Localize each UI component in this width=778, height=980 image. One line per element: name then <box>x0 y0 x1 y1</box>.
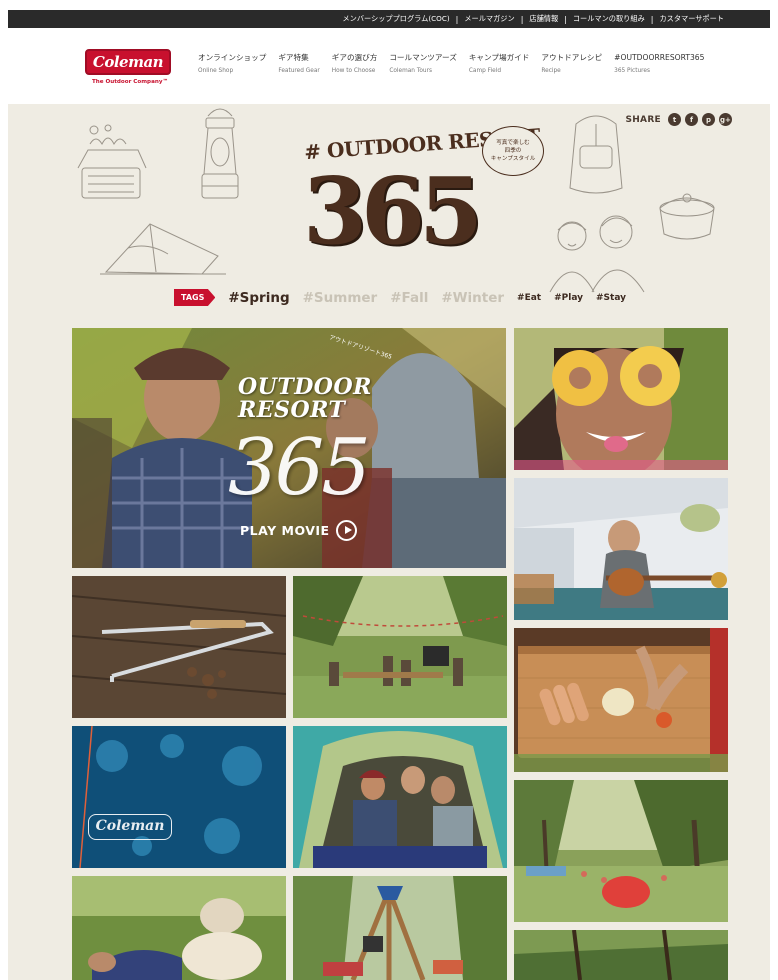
photo-tile-coleman-logo[interactable]: Coleman <box>72 726 286 868</box>
photo-tile-tripod[interactable] <box>293 876 507 980</box>
nav-label-jp: コールマンツアーズ <box>389 53 457 62</box>
photo-tile-festival[interactable] <box>293 576 507 718</box>
tag-play[interactable]: #Play <box>554 293 583 303</box>
photo-tile-dogs[interactable] <box>72 876 286 980</box>
tent-sketch-icon <box>100 223 226 275</box>
logo-tagline: The Outdoor Company™ <box>91 79 169 85</box>
tongs-photo <box>72 576 286 718</box>
utility-link-membership[interactable]: メンバーシッププログラム(COC) <box>336 10 455 28</box>
nav-label-jp: ギア特集 <box>278 53 309 62</box>
forest-photo <box>514 930 728 980</box>
nav-recipe[interactable]: アウトドアレシピ Recipe <box>541 52 602 76</box>
utility-link-newsletter[interactable]: メールマガジン <box>458 10 520 28</box>
nav-coleman-tours[interactable]: コールマンツアーズ Coleman Tours <box>389 52 457 76</box>
main-content: SHARE t f p g+ # OUTDOOR RESORT 写真で楽しむ 四… <box>8 104 770 980</box>
utility-bar: メンバーシッププログラム(COC) | メールマガジン | 店舗情報 | コール… <box>8 10 770 28</box>
photo-tile-forest[interactable] <box>514 930 728 980</box>
photo-tile-guitar[interactable] <box>514 478 728 620</box>
bubble-line: キャンプスタイル <box>490 156 536 162</box>
play-icon <box>335 520 357 541</box>
tag-eat[interactable]: #Eat <box>517 293 541 303</box>
nav-label-en: Camp Field <box>468 68 501 74</box>
nav-label-en: Online Shop <box>198 68 234 74</box>
play-movie-button[interactable]: PLAY MOVIE <box>240 520 357 541</box>
nav-label-en: Featured Gear <box>278 68 320 74</box>
lantern-sketch-icon <box>201 108 239 199</box>
bubble-line: 四季の <box>504 148 522 154</box>
nav-label-en: 365 Pictures <box>614 68 650 74</box>
nav-label-en: Coleman Tours <box>389 68 432 74</box>
coleman-logo-mark: Coleman <box>88 814 172 840</box>
nav-label-en: How to Choose <box>331 68 376 74</box>
tag-winter[interactable]: #Winter <box>441 290 504 306</box>
dutch-oven-sketch-icon <box>659 193 715 240</box>
pinterest-icon[interactable]: p <box>702 113 715 126</box>
nav-online-shop[interactable]: オンラインショップ Online Shop <box>198 52 266 76</box>
play-movie-label: PLAY MOVIE <box>240 523 330 538</box>
twitter-icon[interactable]: t <box>668 113 681 126</box>
tent-fabric-photo <box>72 726 286 868</box>
nav-how-to-choose[interactable]: ギアの選び方 How to Choose <box>332 52 378 76</box>
nav-label-jp: #OUTDOORRESORT365 <box>614 53 705 62</box>
photo-tile-tongs[interactable] <box>72 576 286 718</box>
site-header: Coleman The Outdoor Company™ オンラインショップ O… <box>8 28 770 104</box>
nav-365-pictures[interactable]: #OUTDOORRESORT365 365 Pictures <box>614 52 704 76</box>
cooking-photo <box>514 628 728 772</box>
google-plus-icon[interactable]: g+ <box>719 113 732 126</box>
tripod-photo <box>293 876 507 980</box>
tag-fall[interactable]: #Fall <box>390 290 428 306</box>
backpack-sketch-icon <box>569 115 623 194</box>
festival-photo <box>293 576 507 718</box>
movie-number: 365 <box>228 423 371 513</box>
dogs-photo <box>72 876 286 980</box>
tag-summer[interactable]: #Summer <box>303 290 378 306</box>
tag-spring[interactable]: #Spring <box>228 290 289 306</box>
hero-number: 365 <box>303 157 483 265</box>
bubble-line: 写真で楽しむ <box>496 140 530 146</box>
nav-label-jp: ギアの選び方 <box>331 53 378 62</box>
campsite-photo <box>514 780 728 922</box>
logo-text: Coleman <box>92 53 164 71</box>
guitar-photo <box>514 478 728 620</box>
nav-label-jp: キャンプ場ガイド <box>468 53 530 62</box>
photo-tile-tent-group[interactable] <box>293 726 507 868</box>
logo-badge: Coleman <box>85 49 171 75</box>
campers-sketch-icon <box>549 215 645 293</box>
tent-group-photo <box>293 726 507 868</box>
global-nav: オンラインショップ Online Shop ギア特集 Featured Gear… <box>198 52 716 76</box>
nav-label-jp: オンラインショップ <box>198 53 267 62</box>
nav-label-en: Recipe <box>541 68 561 74</box>
pineapple-photo <box>514 328 728 470</box>
utility-link-support[interactable]: カスタマーサポート <box>653 10 730 28</box>
movie-title-line: RESORT <box>238 397 346 423</box>
tags-label: TAGS <box>174 289 216 306</box>
coleman-logo[interactable]: Coleman The Outdoor Company™ <box>85 49 171 93</box>
camp-stove-sketch-icon <box>77 124 147 199</box>
utility-link-initiatives[interactable]: コールマンの取り組み <box>567 10 651 28</box>
share-bar: SHARE t f p g+ <box>625 113 732 126</box>
photo-tile-campsite[interactable] <box>514 780 728 922</box>
nav-featured-gear[interactable]: ギア特集 Featured Gear <box>278 52 319 76</box>
utility-links: メンバーシッププログラム(COC) | メールマガジン | 店舗情報 | コール… <box>336 10 730 28</box>
movie-title-line: OUTDOOR <box>238 374 372 400</box>
hero-speech-bubble: 写真で楽しむ 四季の キャンプスタイル <box>482 126 544 176</box>
movie-title: OUTDOOR RESORT <box>238 376 372 422</box>
nav-camp-field[interactable]: キャンプ場ガイド Camp Field <box>469 52 530 76</box>
tag-stay[interactable]: #Stay <box>596 293 626 303</box>
facebook-icon[interactable]: f <box>685 113 698 126</box>
tag-filter: TAGS #Spring #Summer #Fall #Winter #Eat … <box>174 289 639 306</box>
photo-tile-cooking[interactable] <box>514 628 728 772</box>
photo-tile-pineapple[interactable] <box>514 328 728 470</box>
nav-label-jp: アウトドアレシピ <box>541 53 603 62</box>
utility-link-stores[interactable]: 店舗情報 <box>523 10 564 28</box>
movie-tile[interactable]: アウトドアリゾート365 OUTDOOR RESORT 365 PLAY MOV… <box>72 328 506 568</box>
